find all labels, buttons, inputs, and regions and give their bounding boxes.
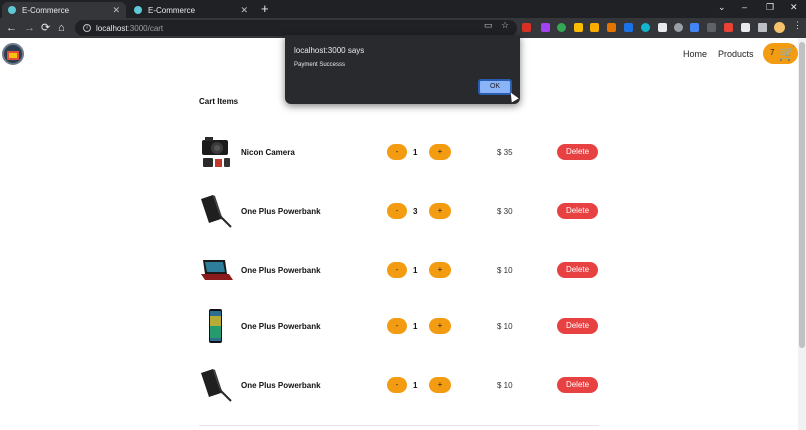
alert-message: Payment Successs [294,62,346,68]
extension-icon[interactable] [541,23,550,32]
item-price: $ 10 [497,322,513,331]
increase-quantity-button[interactable]: + [429,144,451,160]
increase-quantity-button[interactable]: + [429,377,451,393]
forward-button[interactable]: → [24,21,35,35]
product-name: One Plus Powerbank [241,381,321,390]
home-button[interactable]: ⌂ [58,21,65,35]
decrease-quantity-button[interactable]: - [387,262,407,278]
install-app-icon[interactable]: ▭ [484,20,493,31]
nav-home-link[interactable]: Home [683,49,707,59]
browser-tab[interactable]: E-Commerce ✕ [2,2,126,18]
site-info-icon[interactable]: i [83,24,91,32]
delete-item-button[interactable]: Delete [557,262,598,278]
extension-icon[interactable] [641,23,650,32]
powerbank-product-image [201,195,232,228]
product-name: One Plus Powerbank [241,207,321,216]
react-favicon-icon [134,6,142,14]
browser-tab-strip: E-Commerce ✕ E-Commerce ✕ + ⌄ – ❐ ✕ [0,0,806,18]
decrease-quantity-button[interactable]: - [387,144,407,160]
item-price: $ 10 [497,266,513,275]
tab-close-icon[interactable]: ✕ [240,5,248,16]
nav-products-link[interactable]: Products [718,49,754,59]
product-name: One Plus Powerbank [241,322,321,331]
product-name: Nicon Camera [241,148,295,157]
quantity-value: 1 [413,322,418,331]
scrollbar-thumb[interactable] [799,42,805,348]
lock-extension-icon[interactable] [590,23,599,32]
increase-quantity-button[interactable]: + [429,203,451,219]
alert-dialog: localhost:3000 says Payment Successs OK [285,35,520,104]
cart-item-row: One Plus Powerbank - 1 + $ 10 Delete [199,252,599,292]
decrease-quantity-button[interactable]: - [387,203,407,219]
delete-item-button[interactable]: Delete [557,377,598,393]
powerbank-product-image [201,369,232,402]
item-price: $ 30 [497,207,513,216]
url-path: :3000/cart [127,23,164,33]
cart-item-row: One Plus Powerbank - 3 + $ 30 Delete [199,193,599,233]
cart-item-row: One Plus Powerbank - 1 + $ 10 Delete [199,367,599,407]
bookmark-star-icon[interactable]: ☆ [501,20,509,31]
alert-ok-button[interactable]: OK [478,79,512,95]
delete-item-button[interactable]: Delete [557,318,598,334]
reload-button[interactable]: ⟳ [41,21,50,35]
new-tab-button[interactable]: + [261,2,269,16]
browser-menu-icon[interactable]: ⋮ [793,20,802,31]
extension-icon[interactable] [574,23,583,32]
item-price: $ 10 [497,381,513,390]
url-host: localhost [96,23,128,33]
cart-button[interactable]: 7 🛒 [763,43,798,64]
extension-icon[interactable] [557,23,566,32]
cart-count-badge: 7 [770,48,775,57]
tab-title: E-Commerce [22,5,70,15]
cart-items-heading: Cart Items [199,97,239,106]
product-name: One Plus Powerbank [241,266,321,275]
increase-quantity-button[interactable]: + [429,318,451,334]
extension-icon[interactable] [724,23,733,32]
delete-item-button[interactable]: Delete [557,144,598,160]
extension-icon[interactable] [674,23,683,32]
minimize-button[interactable]: – [742,2,747,12]
adblock-extension-icon[interactable] [522,23,531,32]
cart-item-row: Nicon Camera - 1 + $ 35 Delete [199,134,599,174]
profile-avatar[interactable] [774,22,785,33]
decrease-quantity-button[interactable]: - [387,377,407,393]
tab-title: E-Commerce [148,5,196,15]
quantity-value: 3 [413,207,418,216]
shopping-cart-icon: 🛒 [778,45,796,61]
extension-icon[interactable] [741,23,750,32]
item-price: $ 35 [497,148,513,157]
react-favicon-icon [8,6,16,14]
maximize-button[interactable]: ❐ [766,2,774,13]
increase-quantity-button[interactable]: + [429,262,451,278]
laptop-product-image [201,260,233,280]
close-window-button[interactable]: ✕ [790,2,798,13]
store-logo[interactable] [2,43,24,65]
address-bar[interactable]: i localhost:3000/cart [75,20,517,36]
extension-icon[interactable] [624,23,633,32]
back-button[interactable]: ← [6,21,17,35]
camera-product-image [202,137,230,167]
tab-close-icon[interactable]: ✕ [112,5,120,16]
delete-item-button[interactable]: Delete [557,203,598,219]
alert-title: localhost:3000 says [294,46,365,55]
tab-search-icon[interactable]: ⌄ [718,2,726,13]
browser-tab[interactable]: E-Commerce ✕ [128,2,254,18]
divider [199,425,599,426]
puzzle-extensions-icon[interactable] [758,23,767,32]
cart-item-row: One Plus Powerbank - 1 + $ 10 Delete [199,308,599,348]
extension-icon[interactable] [690,23,699,32]
quantity-value: 1 [413,266,418,275]
phone-product-image [209,309,222,343]
extension-icon[interactable] [707,23,716,32]
extension-icon[interactable] [607,23,616,32]
extension-icon[interactable] [658,23,667,32]
quantity-value: 1 [413,381,418,390]
quantity-value: 1 [413,148,418,157]
decrease-quantity-button[interactable]: - [387,318,407,334]
